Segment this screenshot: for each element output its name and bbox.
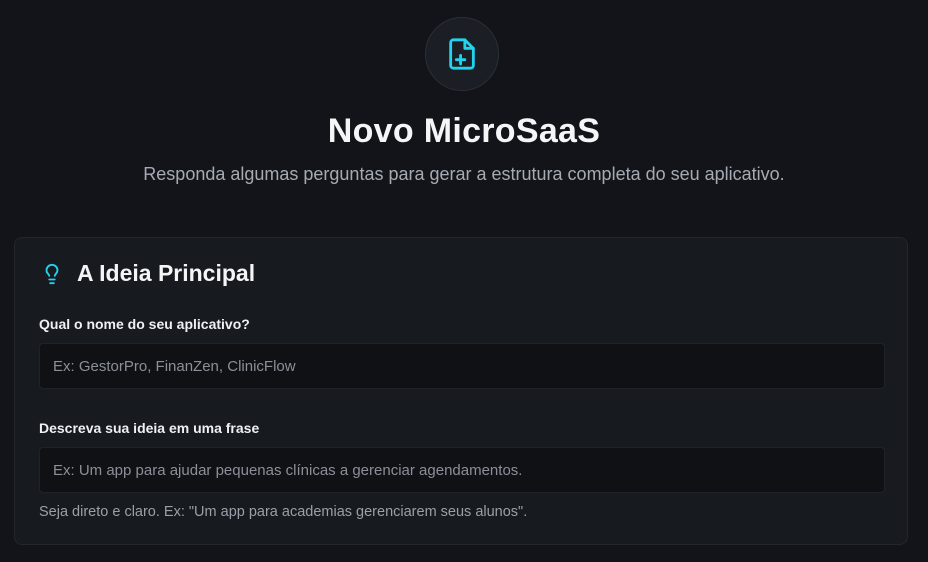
new-microsaas-page: Novo MicroSaaS Responda algumas pergunta… xyxy=(0,0,928,562)
idea-description-label: Descreva sua ideia em uma frase xyxy=(39,420,260,436)
page-title: Novo MicroSaaS xyxy=(327,112,601,150)
card-title: A Ideia Principal xyxy=(77,260,256,286)
idea-description-input[interactable] xyxy=(39,447,885,493)
card-header: A Ideia Principal xyxy=(41,260,255,287)
lightbulb-icon xyxy=(45,263,59,284)
app-name-input[interactable] xyxy=(39,343,885,389)
main-idea-card: A Ideia Principal Qual o nome do seu apl… xyxy=(14,237,908,545)
file-plus-icon-badge xyxy=(425,17,499,91)
page-subtitle: Responda algumas perguntas para gerar a … xyxy=(143,164,785,184)
app-name-label: Qual o nome do seu aplicativo? xyxy=(39,316,250,332)
idea-description-hint: Seja direto e claro. Ex: "Um app para ac… xyxy=(39,504,528,520)
file-plus-icon xyxy=(449,38,475,70)
